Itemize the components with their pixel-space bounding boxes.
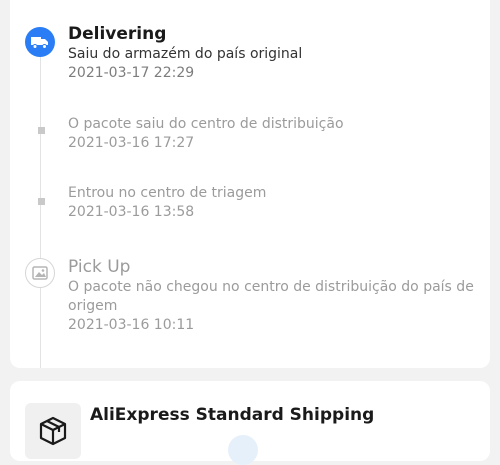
timeline-dot-icon [38, 198, 45, 205]
event-time: 2021-03-16 13:58 [68, 204, 195, 220]
timeline-event-delivering: Delivering Saiu do armazém do país origi… [68, 23, 480, 83]
event-time: 2021-03-16 17:27 [68, 135, 195, 151]
timeline-dot-icon [38, 127, 45, 134]
event-description: O pacote não chegou no centro de distrib… [68, 279, 474, 314]
event-description: O pacote saiu do centro de distribuição [68, 116, 344, 132]
timeline-event-sorting-center: Entrou no centro de triagem 2021-03-16 1… [68, 184, 480, 222]
delivery-truck-icon [25, 27, 55, 57]
pickup-image-icon [25, 258, 55, 288]
event-title: Pick Up [68, 257, 131, 277]
event-description: Entrou no centro de triagem [68, 185, 267, 201]
package-box-icon [25, 403, 81, 459]
shipping-method-title: AliExpress Standard Shipping [90, 405, 375, 425]
status-indicator [228, 435, 258, 465]
event-description: Saiu do armazém do país original [68, 46, 303, 62]
event-title: Delivering [68, 24, 167, 44]
event-time: 2021-03-17 22:29 [68, 65, 195, 81]
timeline-event-pickup: Pick Up O pacote não chegou no centro de… [68, 256, 480, 335]
tracking-timeline-card: Delivering Saiu do armazém do país origi… [10, 0, 490, 368]
timeline-line [40, 52, 41, 368]
shipping-method-card[interactable]: AliExpress Standard Shipping [10, 381, 490, 465]
timeline-event-left-distribution: O pacote saiu do centro de distribuição … [68, 115, 480, 153]
event-time: 2021-03-16 10:11 [68, 317, 195, 333]
